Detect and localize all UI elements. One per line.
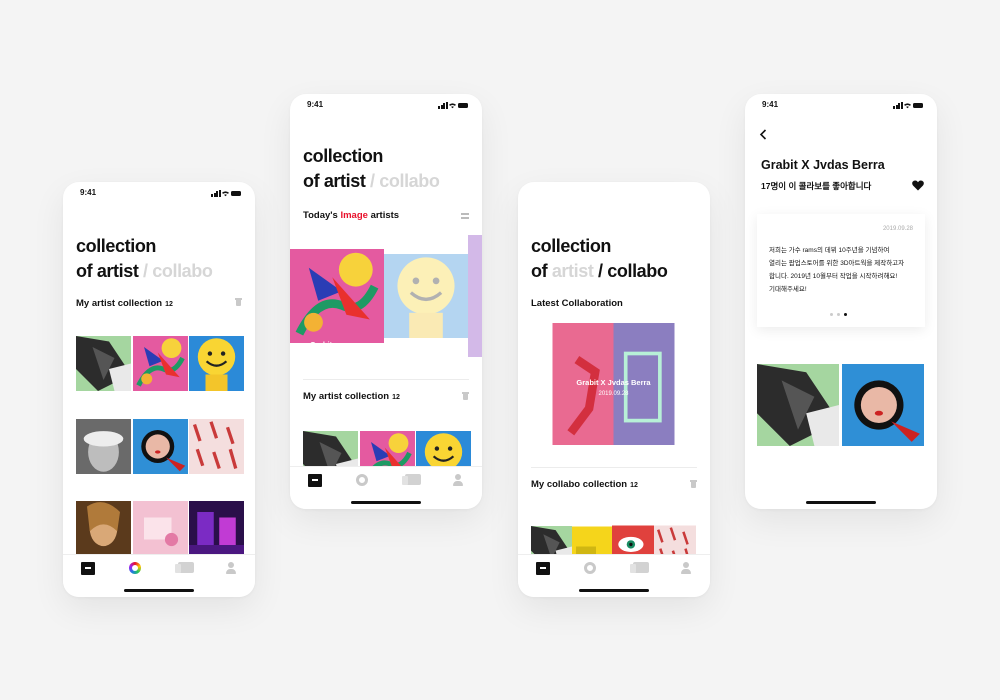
collab-card-date: 2019.09.28	[598, 391, 629, 397]
carousel-card[interactable]	[384, 235, 468, 357]
carousel-card[interactable]	[468, 235, 482, 357]
title-collabo-tab[interactable]: collabo	[152, 261, 213, 281]
grid-item[interactable]	[189, 406, 244, 487]
status-time: 9:41	[307, 100, 324, 109]
page-title: collection of artist / collabo	[76, 234, 213, 284]
status-time: 9:41	[80, 188, 97, 197]
title-line-1: collection	[531, 236, 612, 256]
detail-heading: Grabit X Jvdas Berra	[761, 158, 885, 172]
collection-count: 12	[392, 394, 400, 401]
divider	[531, 467, 697, 468]
status-indicators	[438, 102, 468, 109]
ring-icon[interactable]	[129, 562, 141, 574]
carousel-card[interactable]: Grabit	[290, 235, 384, 357]
home-indicator	[351, 501, 421, 504]
description-card: 2019.09.28 저희는 가수 rams의 데뷔 10주년을 기념하여 열리…	[757, 214, 925, 327]
today-artists-header: Today's Image artists	[303, 210, 400, 221]
heart-icon[interactable]	[912, 180, 924, 191]
grid-item[interactable]	[133, 323, 188, 404]
section-header: My collabo collection 12	[531, 479, 638, 490]
status-time: 9:41	[762, 100, 779, 109]
status-indicators	[893, 102, 923, 109]
latest-collab-header: Latest Collaboration	[531, 298, 623, 309]
bottom-nav	[290, 466, 482, 509]
title-artist-tab[interactable]: artist	[552, 261, 594, 281]
title-line-2: of artist / collabo	[303, 171, 440, 191]
grid-item[interactable]	[76, 406, 131, 487]
title-collabo-tab[interactable]: collabo	[607, 261, 668, 281]
photos-icon[interactable]	[402, 474, 421, 485]
archive-icon[interactable]	[81, 562, 95, 575]
title-line-2: of artist / collabo	[531, 261, 668, 281]
archive-icon[interactable]	[308, 474, 322, 487]
signal-icon	[211, 190, 221, 197]
collection-count: 12	[630, 482, 638, 489]
ring-icon[interactable]	[356, 474, 368, 486]
phone-screen-collection: 9:41 collection of artist / collabo My a…	[63, 182, 255, 597]
wifi-icon	[904, 103, 911, 109]
profile-icon[interactable]	[681, 562, 691, 575]
title-artist-tab[interactable]: artist	[97, 261, 139, 281]
artist-card-2[interactable]: Jvdas Berra	[842, 345, 924, 465]
title-collabo-tab[interactable]: collabo	[379, 171, 440, 191]
home-indicator	[579, 589, 649, 592]
back-icon[interactable]	[759, 129, 767, 140]
collection-count: 12	[165, 301, 173, 308]
today-artists-carousel[interactable]: Grabit	[290, 235, 482, 357]
grid-item[interactable]	[189, 323, 244, 404]
grid-item[interactable]	[133, 406, 188, 487]
title-line-1: collection	[303, 146, 384, 166]
artist-name: Grabit	[765, 448, 788, 457]
profile-icon[interactable]	[226, 562, 236, 575]
bookmark-icon[interactable]	[677, 330, 688, 339]
card-date: 2019.09.28	[882, 226, 913, 232]
signal-icon	[438, 102, 448, 109]
battery-icon	[913, 103, 923, 108]
carousel-caption: Grabit	[310, 340, 333, 349]
filter-icon[interactable]	[461, 212, 469, 219]
latest-collab-card[interactable]: Grabit X Jvdas Berra 2019.09.28	[531, 323, 696, 445]
title-line-2: of artist / collabo	[76, 261, 213, 281]
trash-icon[interactable]	[235, 298, 242, 306]
status-bar: 9:41	[63, 182, 255, 204]
archive-icon[interactable]	[536, 562, 550, 575]
battery-icon	[458, 103, 468, 108]
phone-screen-today-artists: 9:41 collection of artist / collabo Toda…	[290, 94, 482, 509]
bottom-nav	[63, 554, 255, 597]
phone-screen-collab-detail: 9:41 Grabit X Jvdas Berra 17명이 이 콜라보를 좋아…	[745, 94, 937, 509]
photos-icon[interactable]	[630, 562, 649, 573]
signal-icon	[893, 102, 903, 109]
wifi-icon	[222, 191, 229, 197]
artist-card-1[interactable]: Grabit	[757, 345, 839, 465]
page-title: collection of artist / collabo	[531, 234, 668, 284]
status-bar: 9:41	[745, 94, 937, 116]
title-line-1: collection	[76, 236, 157, 256]
artist-grid	[76, 323, 244, 569]
status-indicators	[211, 190, 241, 197]
card-description: 저희는 가수 rams의 데뷔 10주년을 기념하여 열리는 팝업스토어를 위한…	[769, 247, 905, 293]
artist-name: Jvdas Berra	[850, 448, 893, 457]
collab-card-title: Grabit X Jvdas Berra	[576, 378, 651, 387]
bottom-nav	[518, 554, 710, 597]
page-title: collection of artist / collabo	[303, 144, 440, 194]
grid-item[interactable]	[76, 323, 131, 404]
trash-icon[interactable]	[462, 392, 469, 400]
ring-icon[interactable]	[584, 562, 596, 574]
photos-icon[interactable]	[175, 562, 194, 573]
battery-icon	[231, 191, 241, 196]
title-artist-tab[interactable]: artist	[324, 171, 366, 191]
profile-icon[interactable]	[453, 474, 463, 487]
page-dots[interactable]	[830, 313, 847, 316]
home-indicator	[124, 589, 194, 592]
home-indicator	[806, 501, 876, 504]
phone-screen-collabo: collection of artist / collabo Latest Co…	[518, 182, 710, 597]
status-bar: 9:41	[290, 94, 482, 116]
wifi-icon	[449, 103, 456, 109]
likes-text: 17명이 이 콜라보를 좋아합니다	[761, 181, 872, 191]
trash-icon[interactable]	[690, 480, 697, 488]
section-header: My artist collection 12	[303, 391, 400, 402]
divider	[303, 379, 469, 380]
section-header: My artist collection 12	[76, 298, 173, 309]
